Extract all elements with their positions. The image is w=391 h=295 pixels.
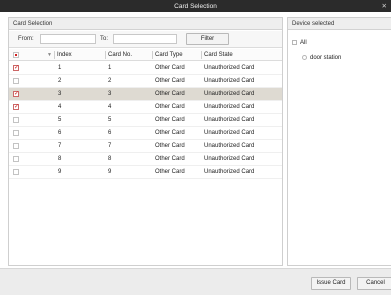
- cell-card-type: Other Card: [155, 78, 185, 84]
- cell-card-type: Other Card: [155, 91, 185, 97]
- table-row[interactable]: 5 5 Other Card Unauthorized Card: [9, 114, 282, 127]
- device-radio[interactable]: [302, 55, 307, 60]
- cell-card-state: Unauthorized Card: [204, 104, 255, 110]
- cell-card-no: 5: [108, 117, 112, 123]
- cell-card-state: Unauthorized Card: [204, 117, 255, 123]
- cell-card-type: Other Card: [155, 130, 185, 136]
- cell-index: 1: [58, 65, 62, 71]
- table-row[interactable]: 4 4 Other Card Unauthorized Card: [9, 101, 282, 114]
- column-header-card-no[interactable]: Card No.: [108, 52, 132, 58]
- table-header: ▼ Index Card No. Card Type Card State: [9, 49, 282, 61]
- cell-card-no: 8: [108, 156, 112, 162]
- cell-card-no: 4: [108, 104, 112, 110]
- cell-card-state: Unauthorized Card: [204, 65, 255, 71]
- cell-card-type: Other Card: [155, 143, 185, 149]
- column-divider: [105, 51, 106, 59]
- cell-card-state: Unauthorized Card: [204, 78, 255, 84]
- cell-card-no: 2: [108, 78, 112, 84]
- table-row[interactable]: 1 1 Other Card Unauthorized Card: [9, 62, 282, 75]
- cell-card-type: Other Card: [155, 156, 185, 162]
- title-bar: Card Selection ✕: [0, 0, 391, 12]
- filter-button[interactable]: Filter: [186, 33, 229, 45]
- row-checkbox[interactable]: [13, 130, 19, 136]
- cell-index: 5: [58, 117, 62, 123]
- cell-card-state: Unauthorized Card: [204, 91, 255, 97]
- cell-card-no: 1: [108, 65, 112, 71]
- table-row[interactable]: 2 2 Other Card Unauthorized Card: [9, 75, 282, 88]
- column-divider: [152, 51, 153, 59]
- table-row[interactable]: 8 8 Other Card Unauthorized Card: [9, 153, 282, 166]
- to-label: To:: [100, 36, 109, 42]
- cell-card-no: 6: [108, 130, 112, 136]
- row-checkbox[interactable]: [13, 143, 19, 149]
- cell-card-no: 9: [108, 169, 112, 175]
- cancel-button[interactable]: Cancel: [357, 277, 391, 290]
- cell-card-no: 7: [108, 143, 112, 149]
- row-checkbox[interactable]: [13, 117, 19, 123]
- device-item-door-station[interactable]: door station: [302, 55, 341, 61]
- column-header-index[interactable]: Index: [57, 52, 72, 58]
- column-divider: [201, 51, 202, 59]
- table-row[interactable]: 6 6 Other Card Unauthorized Card: [9, 127, 282, 140]
- row-checkbox[interactable]: [13, 90, 19, 97]
- table-row[interactable]: 3 3 Other Card Unauthorized Card: [9, 88, 282, 101]
- device-all-item[interactable]: All: [292, 40, 307, 46]
- cell-card-no: 3: [108, 91, 112, 97]
- all-checkbox[interactable]: [292, 40, 297, 45]
- issue-card-button[interactable]: Issue Card: [311, 277, 351, 290]
- sort-arrow-icon[interactable]: ▼: [47, 52, 52, 58]
- close-icon[interactable]: ✕: [382, 2, 387, 10]
- cell-card-type: Other Card: [155, 65, 185, 71]
- select-all-checkbox[interactable]: [13, 52, 19, 58]
- cell-card-state: Unauthorized Card: [204, 169, 255, 175]
- row-checkbox[interactable]: [13, 78, 19, 84]
- cell-card-state: Unauthorized Card: [204, 143, 255, 149]
- window-title: Card Selection: [174, 3, 217, 10]
- cell-index: 9: [58, 169, 62, 175]
- all-label: All: [300, 40, 307, 46]
- table-row[interactable]: 9 9 Other Card Unauthorized Card: [9, 166, 282, 179]
- card-selection-panel: Card Selection From: To: Filter ▼ Index …: [8, 17, 283, 266]
- cell-card-type: Other Card: [155, 117, 185, 123]
- device-selected-header: Device selected: [288, 18, 391, 30]
- column-header-card-type[interactable]: Card Type: [155, 52, 183, 58]
- cell-index: 4: [58, 104, 62, 110]
- column-header-card-state[interactable]: Card State: [204, 52, 233, 58]
- cell-index: 3: [58, 91, 62, 97]
- column-divider: [54, 51, 55, 59]
- cell-card-state: Unauthorized Card: [204, 130, 255, 136]
- cell-card-state: Unauthorized Card: [204, 156, 255, 162]
- from-label: From:: [18, 36, 34, 42]
- row-checkbox[interactable]: [13, 64, 19, 71]
- from-input[interactable]: [40, 34, 96, 44]
- row-checkbox[interactable]: [13, 103, 19, 110]
- cell-card-type: Other Card: [155, 104, 185, 110]
- filter-bar: From: To: Filter: [9, 31, 282, 48]
- device-selected-title: Device selected: [292, 21, 335, 27]
- cell-index: 8: [58, 156, 62, 162]
- to-input[interactable]: [113, 34, 177, 44]
- card-selection-title: Card Selection: [13, 21, 53, 27]
- device-selected-panel: Device selected All door station: [287, 17, 391, 266]
- row-checkbox[interactable]: [13, 156, 19, 162]
- table-row[interactable]: 7 7 Other Card Unauthorized Card: [9, 140, 282, 153]
- dialog-footer: Issue Card Cancel: [0, 268, 391, 295]
- cell-index: 2: [58, 78, 62, 84]
- card-selection-header: Card Selection: [9, 18, 282, 30]
- cell-card-type: Other Card: [155, 169, 185, 175]
- row-checkbox[interactable]: [13, 169, 19, 175]
- cell-index: 7: [58, 143, 62, 149]
- cell-index: 6: [58, 130, 62, 136]
- device-label: door station: [310, 55, 342, 61]
